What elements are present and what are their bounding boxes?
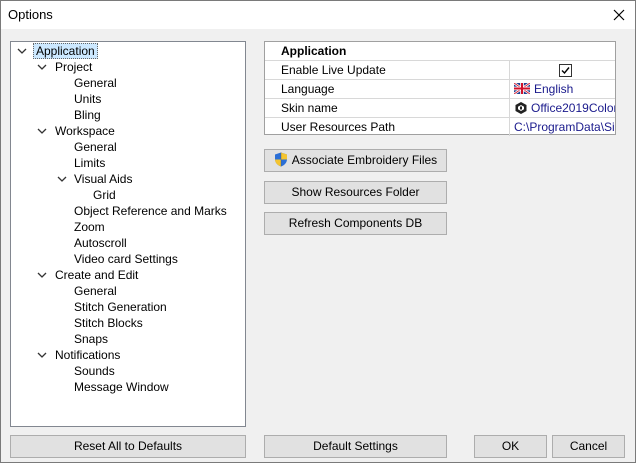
tree-item-label: Video card Settings	[74, 252, 178, 266]
refresh-components-db-button[interactable]: Refresh Components DB	[264, 212, 447, 235]
window-title: Options	[8, 7, 53, 22]
chevron-down-icon[interactable]	[37, 347, 49, 363]
tree-item-label: General	[74, 140, 117, 154]
associate-embroidery-files-button[interactable]: Associate Embroidery Files	[264, 149, 447, 172]
property-value[interactable]	[511, 61, 615, 79]
tree-item-label: Zoom	[74, 220, 105, 234]
property-name: Skin name	[265, 99, 510, 117]
uk-flag-icon	[514, 83, 530, 94]
title-bar: Options	[1, 1, 635, 29]
options-dialog: Options Application Project General Units Bl…	[0, 0, 636, 463]
tree-item-label: Sounds	[74, 364, 115, 378]
tree-item-label: Workspace	[55, 124, 115, 138]
tree-item-label: Snaps	[74, 332, 109, 346]
tree-item-label: Visual Aids	[74, 172, 133, 186]
show-resources-folder-button[interactable]: Show Resources Folder	[264, 181, 447, 204]
property-grid: Application Enable Live Update Language	[264, 41, 616, 137]
property-value[interactable]: Office2019Colorf	[511, 99, 615, 117]
chevron-down-icon[interactable]	[37, 59, 49, 75]
chevron-down-icon[interactable]	[17, 43, 29, 59]
language-value: English	[534, 82, 574, 96]
property-value[interactable]: C:\ProgramData\Sier	[511, 118, 615, 136]
tree-item-label: Application	[33, 43, 98, 59]
close-icon	[613, 9, 625, 21]
tree-item-label: Units	[74, 92, 102, 106]
property-row-language[interactable]: Language English	[265, 80, 615, 99]
tree-item-label: General	[74, 76, 117, 90]
property-row-live-update[interactable]: Enable Live Update	[265, 61, 615, 80]
checkmark-icon	[561, 67, 570, 75]
skin-value: Office2019Colorf	[531, 101, 615, 115]
property-name: Enable Live Update	[265, 61, 510, 79]
tree-item-label: Stitch Blocks	[74, 316, 143, 330]
tree-item-label: Autoscroll	[74, 236, 127, 250]
property-name: Language	[265, 80, 510, 98]
close-button[interactable]	[603, 1, 635, 29]
tree-item-label: Project	[55, 60, 93, 74]
reset-all-to-defaults-button[interactable]: Reset All to Defaults	[10, 435, 246, 458]
enable-live-update-checkbox[interactable]	[559, 64, 572, 77]
ok-button[interactable]: OK	[474, 435, 547, 458]
property-value[interactable]: English	[511, 80, 615, 98]
uac-shield-icon	[274, 152, 287, 167]
skin-icon	[515, 102, 527, 114]
chevron-down-icon[interactable]	[37, 267, 49, 283]
tree-item-label: Limits	[74, 156, 106, 170]
tree-item-label: Notifications	[55, 348, 121, 362]
property-row-resources-path[interactable]: User Resources Path C:\ProgramData\Sier	[265, 118, 615, 137]
default-settings-button[interactable]: Default Settings	[264, 435, 447, 458]
associate-label: Associate Embroidery Files	[291, 153, 438, 167]
tree-item-label: Grid	[93, 188, 116, 202]
chevron-down-icon[interactable]	[57, 171, 69, 187]
tree-item-label: Message Window	[74, 380, 169, 394]
tree-item-label: Create and Edit	[55, 268, 139, 282]
tree-item-label: Stitch Generation	[74, 300, 167, 314]
tree-item-label: Object Reference and Marks	[74, 204, 227, 218]
tree-item-label: General	[74, 284, 117, 298]
property-grid-header: Application	[265, 42, 615, 61]
tree-item-label: Bling	[74, 108, 101, 122]
property-row-skin[interactable]: Skin name Office2019Colorf	[265, 99, 615, 118]
cancel-button[interactable]: Cancel	[552, 435, 625, 458]
property-name: User Resources Path	[265, 118, 510, 136]
options-tree[interactable]: Application Project General Units Bling Works…	[10, 41, 246, 427]
chevron-down-icon[interactable]	[37, 123, 49, 139]
